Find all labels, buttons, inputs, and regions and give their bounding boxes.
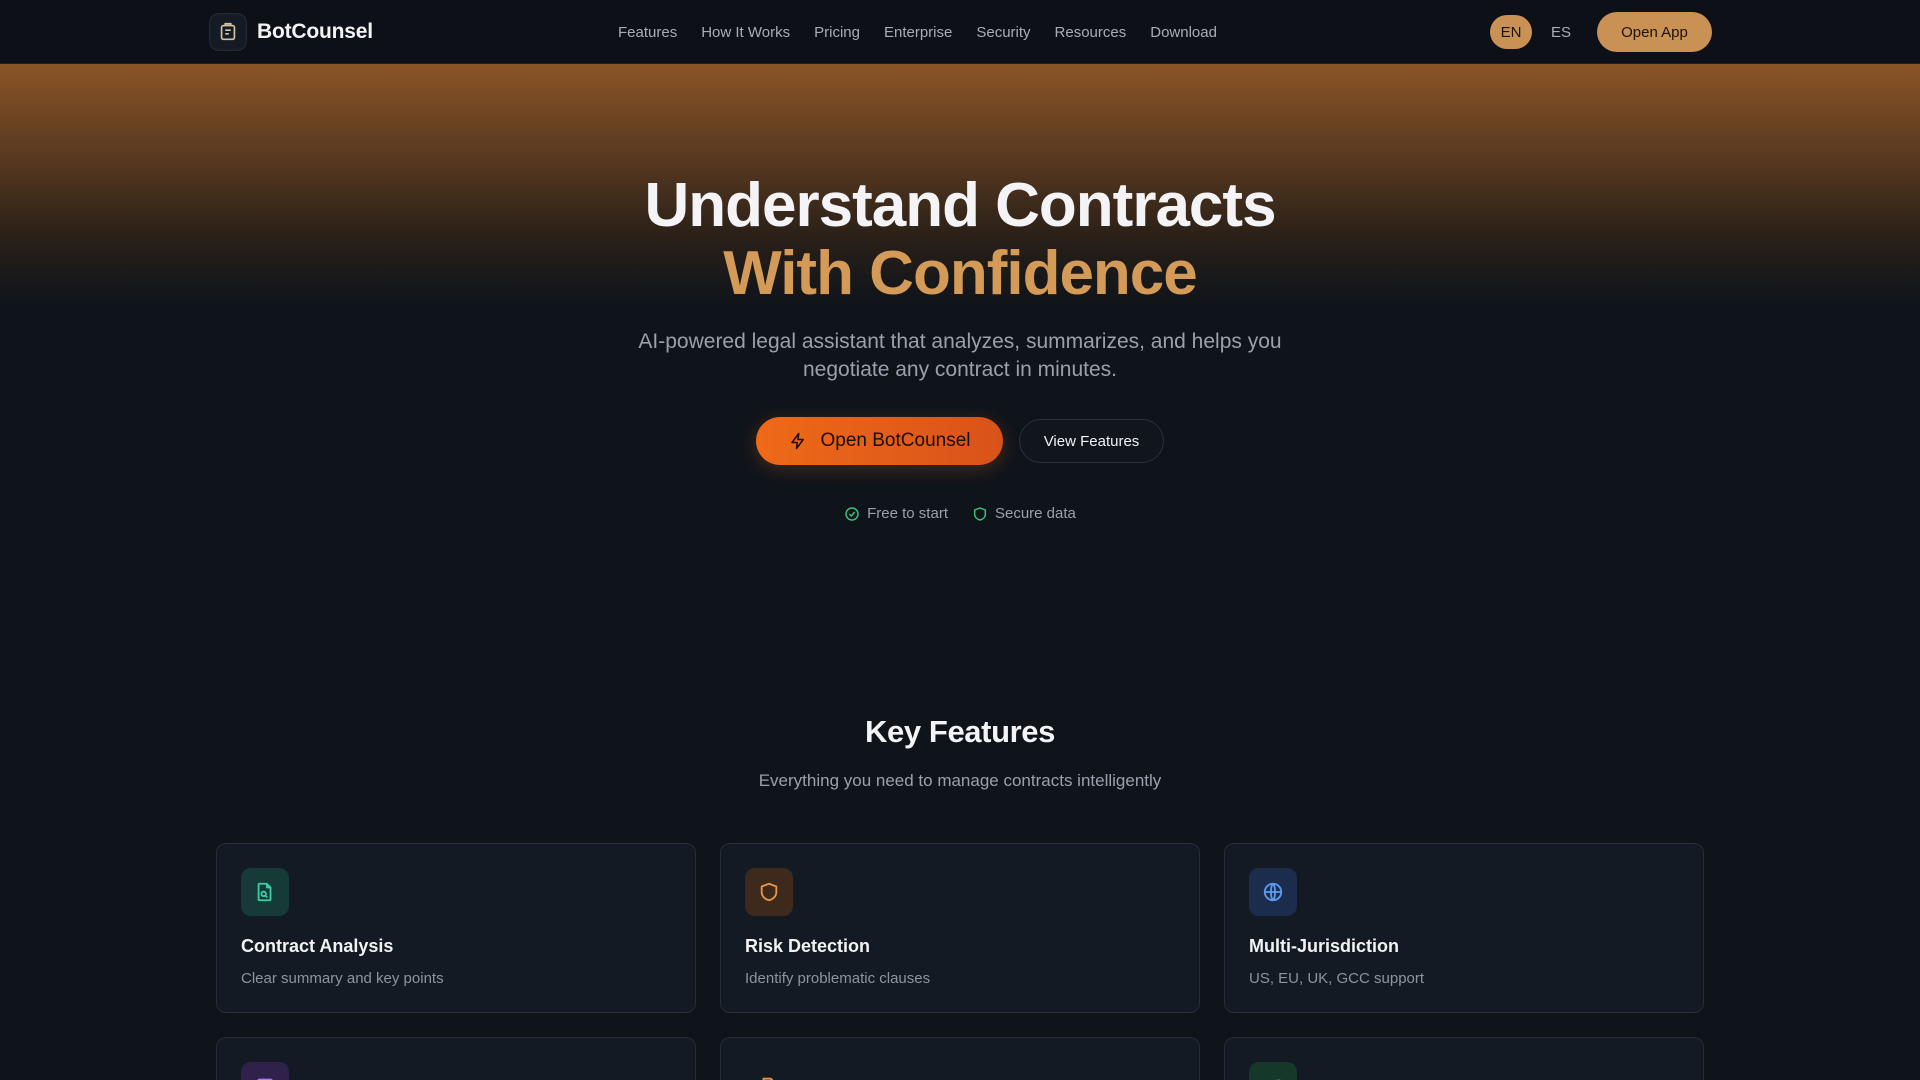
badge-free-label: Free to start: [867, 505, 948, 522]
globe-icon: [1249, 868, 1297, 916]
view-features-button[interactable]: View Features: [1019, 419, 1164, 463]
lang-en-button[interactable]: EN: [1490, 15, 1532, 49]
brand-name: BotCounsel: [257, 20, 373, 43]
badge-secure-label: Secure data: [994, 505, 1076, 522]
feature-card-risk-detection[interactable]: Risk Detection Identify problematic clau…: [720, 843, 1200, 1013]
feature-card-partial-3[interactable]: [1224, 1037, 1704, 1080]
nav-links: Features How It Works Pricing Enterprise…: [618, 0, 1217, 64]
features-title: Key Features: [865, 714, 1055, 749]
nav-link-pricing[interactable]: Pricing: [814, 24, 860, 41]
feature-desc: Clear summary and key points: [241, 970, 444, 987]
document-search-icon: [241, 868, 289, 916]
nav-link-features[interactable]: Features: [618, 24, 677, 41]
logo-icon: [209, 13, 247, 51]
shield-icon: [745, 868, 793, 916]
feature-card-partial-2[interactable]: [720, 1037, 1200, 1080]
hero-title-line1: Understand Contracts: [644, 171, 1276, 240]
features-subtitle: Everything you need to manage contracts …: [758, 771, 1162, 790]
hero-title-line2: With Confidence: [723, 239, 1198, 308]
hero-title: Understand Contracts With Confidence: [0, 172, 1920, 308]
top-nav: BotCounsel Features How It Works Pricing…: [0, 0, 1920, 64]
nav-link-how-it-works[interactable]: How It Works: [701, 24, 790, 41]
feature-title: Contract Analysis: [241, 936, 394, 956]
feature-card-multi-jurisdiction[interactable]: Multi-Jurisdiction US, EU, UK, GCC suppo…: [1224, 843, 1704, 1013]
nav-link-resources[interactable]: Resources: [1055, 24, 1127, 41]
open-app-button[interactable]: Open App: [1597, 12, 1712, 52]
feature-title: Multi-Jurisdiction: [1249, 936, 1399, 956]
badge-secure: Secure data: [972, 505, 1076, 522]
message-icon: [241, 1062, 289, 1080]
nav-link-enterprise[interactable]: Enterprise: [884, 24, 952, 41]
feature-desc: Identify problematic clauses: [745, 970, 931, 987]
hero-badges: Free to start Secure data: [0, 505, 1920, 522]
nav-link-download[interactable]: Download: [1150, 24, 1217, 41]
file-edit-icon: [745, 1062, 793, 1080]
open-botcounsel-button[interactable]: Open BotCounsel: [756, 417, 1003, 465]
feature-card-contract-analysis[interactable]: Contract Analysis Clear summary and key …: [216, 843, 696, 1013]
hero-cta-row: Open BotCounsel View Features: [0, 417, 1920, 465]
feature-card-partial-1[interactable]: [216, 1037, 696, 1080]
lightning-icon: [790, 432, 804, 450]
lang-es-button[interactable]: ES: [1540, 15, 1582, 49]
shield-icon: [973, 506, 987, 521]
language-switcher: EN ES: [1490, 15, 1582, 49]
feature-desc: US, EU, UK, GCC support: [1249, 970, 1425, 987]
hero-subtitle: AI-powered legal assistant that analyzes…: [638, 330, 1282, 381]
brand-link[interactable]: BotCounsel: [209, 12, 373, 52]
open-botcounsel-label: Open BotCounsel: [820, 430, 971, 451]
check-circle-icon: [845, 506, 859, 521]
leaf-icon: [1249, 1062, 1297, 1080]
nav-link-security[interactable]: Security: [976, 24, 1030, 41]
badge-free: Free to start: [844, 505, 948, 522]
feature-title: Risk Detection: [745, 936, 871, 956]
